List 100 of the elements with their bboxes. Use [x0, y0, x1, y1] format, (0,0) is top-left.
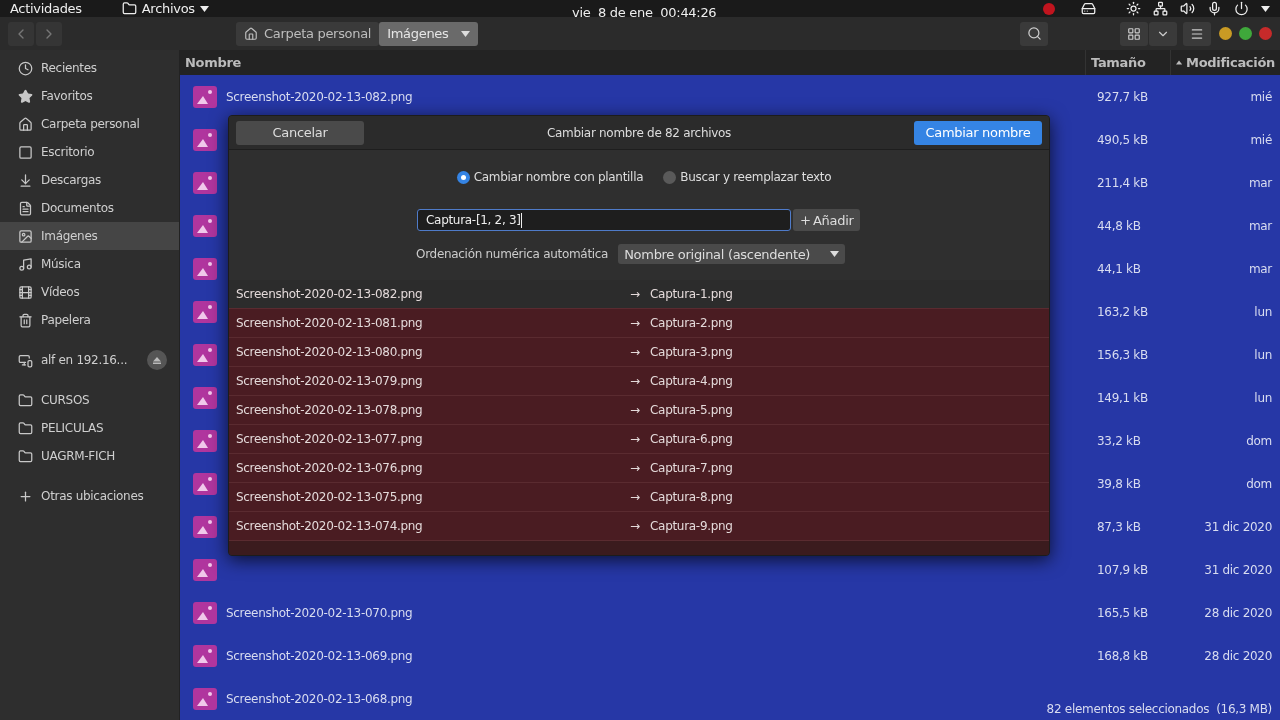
cancel-button[interactable]: Cancelar — [236, 120, 364, 145]
radio-label[interactable]: Buscar y reemplazar texto — [680, 170, 832, 184]
volume-icon[interactable] — [1180, 1, 1195, 16]
new-name: Captura-1.png — [650, 287, 733, 301]
home-icon — [18, 116, 33, 132]
close-button[interactable] — [1259, 27, 1272, 40]
file-size: 156,3 kB — [1097, 347, 1148, 362]
sidebar-item[interactable]: UAGRM-FICH — [0, 442, 179, 470]
network-icon[interactable] — [1153, 1, 1168, 16]
sidebar-item[interactable]: Escritorio — [0, 138, 179, 166]
sidebar-item[interactable]: Imágenes — [0, 222, 179, 250]
image-file-icon — [192, 643, 218, 668]
sidebar-item[interactable]: PELICULAS — [0, 414, 179, 442]
file-date: 31 dic 2020 — [1204, 562, 1272, 577]
new-name: Captura-7.png — [650, 461, 733, 475]
eject-button[interactable] — [147, 350, 167, 370]
grid-icon — [1127, 26, 1141, 41]
original-name: Screenshot-2020-02-13-076.png — [235, 461, 424, 475]
image-file-icon — [192, 557, 218, 582]
file-size: 44,1 kB — [1097, 261, 1141, 276]
plus-icon — [18, 488, 33, 504]
film-icon — [18, 284, 33, 300]
template-field[interactable]: Captura-[1, 2, 3] — [417, 209, 791, 231]
file-row[interactable]: Screenshot-2020-02-13-069.png 168,8 kB 28 dic 2020 — [180, 634, 1280, 677]
view-button[interactable] — [1120, 21, 1148, 46]
sidebar-item[interactable]: Recientes — [0, 54, 179, 82]
file-size: 165,5 kB — [1097, 605, 1148, 620]
minimize-button[interactable] — [1219, 27, 1232, 40]
file-size: 163,2 kB — [1097, 304, 1148, 319]
image-file-icon — [192, 428, 218, 453]
sidebar-item[interactable]: Música — [0, 250, 179, 278]
file-row[interactable]: Screenshot-2020-02-13-070.png 165,5 kB 28 dic 2020 — [180, 591, 1280, 634]
sort-dropdown[interactable]: Nombre original (ascendente) — [618, 244, 846, 264]
new-name: Captura-8.png — [650, 490, 733, 504]
image-file-icon — [192, 600, 218, 625]
caret-icon[interactable] — [1261, 5, 1270, 12]
sidebar-item[interactable]: Carpeta personal — [0, 110, 179, 138]
sidebar-item[interactable]: Favoritos — [0, 82, 179, 110]
file-size: 39,8 kB — [1097, 476, 1141, 491]
arrow-glyph: → — [630, 374, 641, 388]
sidebar-item[interactable]: Otras ubicaciones — [0, 482, 179, 510]
file-size: 211,4 kB — [1097, 175, 1148, 190]
original-name: Screenshot-2020-02-13-074.png — [235, 519, 424, 533]
sidebar-item[interactable]: CURSOS — [0, 386, 179, 414]
path-button[interactable]: Imágenes — [379, 21, 478, 46]
file-size: 490,5 kB — [1097, 132, 1148, 147]
new-name: Captura-9.png — [650, 519, 733, 533]
radio-button[interactable] — [663, 170, 677, 184]
brightness-icon[interactable] — [1126, 1, 1141, 16]
file-date: 31 dic 2020 — [1204, 519, 1272, 534]
sidebar-item[interactable]: Descargas — [0, 166, 179, 194]
maximize-button[interactable] — [1239, 27, 1252, 40]
rename-button[interactable]: Cambiar nombre — [914, 120, 1042, 145]
microphone-icon[interactable] — [1207, 1, 1222, 16]
original-name: Screenshot-2020-02-13-082.png — [235, 287, 424, 301]
sidebar-item[interactable]: Documentos — [0, 194, 179, 222]
file-date: dom — [1246, 476, 1272, 491]
arrow-glyph: → — [630, 287, 641, 301]
clock[interactable]: vie 8 de ene 00:44:26 — [572, 5, 717, 20]
download-icon — [18, 172, 33, 188]
sidebar-item[interactable]: Vídeos — [0, 278, 179, 306]
original-name: Screenshot-2020-02-13-077.png — [235, 432, 424, 446]
new-name: Captura-6.png — [650, 432, 733, 446]
file-size: 149,1 kB — [1097, 390, 1148, 405]
power-icon[interactable] — [1234, 1, 1249, 16]
image-file-icon — [192, 686, 218, 711]
radio-label[interactable]: Cambiar nombre con plantilla — [473, 170, 644, 184]
caret-icon — [460, 30, 470, 37]
file-size: 44,8 kB — [1097, 218, 1141, 233]
menu-button[interactable] — [1183, 21, 1211, 46]
original-name: Screenshot-2020-02-13-078.png — [235, 403, 424, 417]
drive-icon[interactable] — [1081, 1, 1096, 16]
caret-icon — [199, 5, 209, 12]
file-name: Screenshot-2020-02-13-068.png — [226, 691, 413, 706]
file-name: Screenshot-2020-02-13-082.png — [226, 89, 413, 104]
clock-icon — [18, 60, 33, 76]
file-size: 87,3 kB — [1097, 519, 1141, 534]
document-icon — [18, 200, 33, 216]
app-menu[interactable]: Archivos — [121, 1, 209, 16]
record-icon[interactable] — [1043, 2, 1055, 15]
image-file-icon — [192, 213, 218, 238]
new-name: Captura-5.png — [650, 403, 733, 417]
file-date: mié — [1250, 132, 1272, 147]
file-date: lun — [1254, 390, 1272, 405]
sidebar-item[interactable]: Papelera — [0, 306, 179, 334]
image-file-icon — [192, 84, 218, 109]
add-button[interactable]: Añadir — [793, 209, 860, 231]
sidebar-item[interactable]: alf en 192.16... — [0, 346, 179, 374]
activities-button[interactable]: Actividades — [10, 1, 82, 16]
file-size: 107,9 kB — [1097, 562, 1148, 577]
path-button[interactable]: Carpeta personal — [236, 21, 380, 46]
column-header[interactable]: Nombre — [180, 50, 1085, 75]
radio-button[interactable] — [456, 170, 470, 184]
folder-icon — [18, 420, 33, 436]
image-file-icon — [192, 514, 218, 539]
folder-icon — [18, 448, 33, 464]
file-date: mar — [1248, 218, 1272, 233]
file-row[interactable]: Screenshot-2020-02-13-082.png 927,7 kB mié — [180, 75, 1280, 118]
search-button[interactable] — [1020, 21, 1048, 46]
file-size: 927,7 kB — [1097, 89, 1148, 104]
